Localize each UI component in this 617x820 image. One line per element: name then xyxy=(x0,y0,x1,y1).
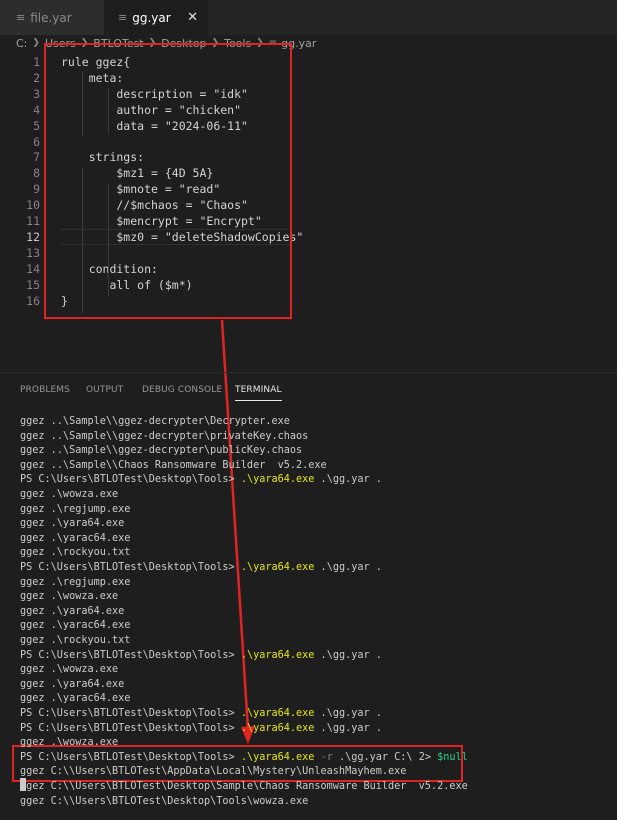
terminal-output-line: ggez ..\Sample\\ggez-decrypter\privateKe… xyxy=(20,430,309,442)
terminal-output-line: ggez .\wowza.exe xyxy=(20,591,119,603)
terminal-command: .\yara64.exe xyxy=(240,751,315,763)
terminal-output-line: ggez .\wowza.exe xyxy=(20,489,119,500)
terminal-output-line: ggez .\rockyou.txt xyxy=(20,547,131,559)
terminal-prompt: PS C:\Users\BTLOTest\Desktop\Tools> xyxy=(20,722,235,734)
terminal-command-line: PS C:\Users\BTLOTest\Desktop\Tools> .\ya… xyxy=(20,722,382,737)
terminal-args: .\gg.yar . xyxy=(314,708,382,719)
terminal-prompt: PS C:\Users\BTLOTest\Desktop\Tools> xyxy=(20,649,235,661)
terminal-output-line: ggez ..\Sample\\ggez-decrypter\Decrypter… xyxy=(20,416,290,427)
tab-debug-console[interactable]: DEBUG CONSOLE xyxy=(142,385,222,395)
terminal-command: .\yara64.exe xyxy=(240,474,315,486)
terminal-prompt: PS C:\Users\BTLOTest\Desktop\Tools> xyxy=(20,751,235,763)
terminal-output-line: ggez .\regjump.exe xyxy=(20,503,131,515)
terminal-prompt: PS C:\Users\BTLOTest\Desktop\Tools> xyxy=(20,708,235,719)
terminal-command: .\yara64.exe xyxy=(240,722,315,734)
terminal-command-line: PS C:\Users\BTLOTest\Desktop\Tools> .\ya… xyxy=(20,561,382,576)
terminal-output-line: ggez C:\\Users\BTLOTest\AppData\Local\My… xyxy=(20,766,407,778)
terminal-command-line: PS C:\Users\BTLOTest\Desktop\Tools> .\ya… xyxy=(20,649,382,664)
terminal-command-line: PS C:\Users\BTLOTest\Desktop\Tools> .\ya… xyxy=(20,473,382,488)
terminal-args: .\gg.yar . xyxy=(314,562,382,573)
terminal-prompt: PS C:\Users\BTLOTest\Desktop\Tools> xyxy=(20,474,235,486)
terminal-cursor xyxy=(20,778,26,791)
tab-problems[interactable]: PROBLEMS xyxy=(20,385,70,395)
tab-label: OUTPUT xyxy=(86,385,124,395)
panel-tab-bar: PROBLEMS OUTPUT DEBUG CONSOLE TERMINAL xyxy=(0,380,617,404)
terminal-command-line: PS C:\Users\BTLOTest\Desktop\Tools> .\ya… xyxy=(20,707,382,722)
terminal-prompt: PS C:\Users\BTLOTest\Desktop\Tools> xyxy=(20,562,235,573)
terminal-variable: $null xyxy=(437,751,468,763)
terminal-output-line: ggez .\yarac64.exe xyxy=(20,693,131,705)
tab-terminal[interactable]: TERMINAL xyxy=(235,385,282,401)
terminal-command: .\yara64.exe xyxy=(240,562,315,573)
terminal-output[interactable]: ggez ..\Sample\\ggez-decrypter\Decrypter… xyxy=(0,414,617,820)
terminal-output-line: ggez .\yara64.exe xyxy=(20,678,125,690)
terminal-output-line: ggez .\rockyou.txt xyxy=(20,635,131,646)
active-tab-underline xyxy=(235,400,282,401)
terminal-output-line: ggez ..\Sample\\ggez-decrypter\publicKey… xyxy=(20,445,303,457)
terminal-output-line: ggez .\wowza.exe xyxy=(20,737,119,749)
terminal-flag: -r xyxy=(314,751,333,763)
terminal-output-line: ggez C:\\Users\BTLOTest\Desktop\Tools\wo… xyxy=(20,795,309,807)
terminal-output-line: ggez ..\Sample\\Chaos Ransomware Builder… xyxy=(20,459,327,471)
terminal-output-line: ggez .\wowza.exe xyxy=(20,664,119,676)
terminal-args: .\gg.yar . xyxy=(314,474,382,486)
terminal-command: .\yara64.exe xyxy=(240,649,315,661)
terminal-output-line: ggez C:\\Users\BTLOTest\Desktop\Sample\C… xyxy=(20,781,468,792)
terminal-args: .\gg.yar . xyxy=(314,722,382,734)
terminal-output-line: ggez .\yarac64.exe xyxy=(20,620,131,632)
terminal-output-line: ggez .\yara64.exe xyxy=(20,605,125,617)
terminal-args: .\gg.yar . xyxy=(314,649,382,661)
terminal-command-line: PS C:\Users\BTLOTest\Desktop\Tools> .\ya… xyxy=(20,751,468,766)
terminal-args: .\gg.yar C:\ 2> xyxy=(332,751,438,763)
terminal-output-line: ggez .\yarac64.exe xyxy=(20,532,131,544)
tab-label: DEBUG CONSOLE xyxy=(142,385,223,395)
tab-label: PROBLEMS xyxy=(20,385,70,395)
tab-output[interactable]: OUTPUT xyxy=(86,385,123,395)
terminal-output-line: ggez .\yara64.exe xyxy=(20,518,125,530)
panel-divider xyxy=(0,372,617,373)
terminal-output-line: ggez .\regjump.exe xyxy=(20,576,131,588)
terminal-command: .\yara64.exe xyxy=(240,708,315,719)
tab-label: TERMINAL xyxy=(235,385,282,395)
